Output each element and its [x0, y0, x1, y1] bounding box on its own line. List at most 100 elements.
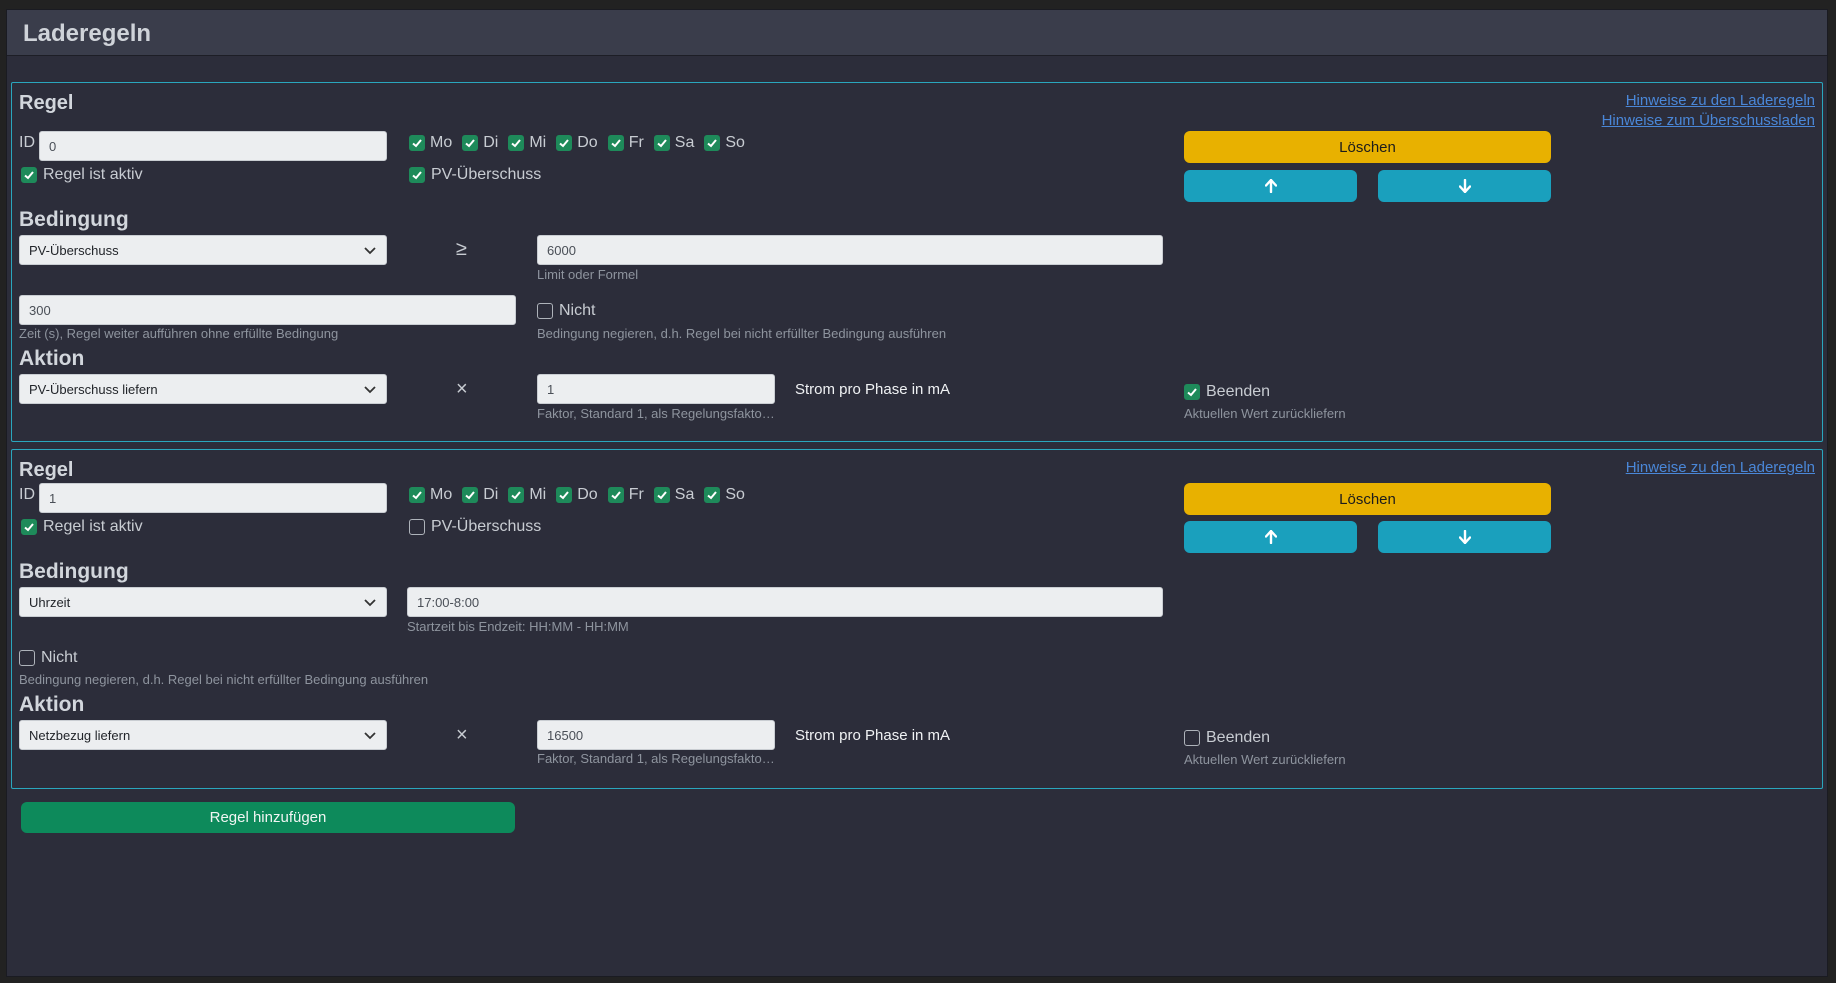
action-heading: Aktion: [19, 693, 85, 716]
pv-surplus-checkbox[interactable]: PV-Überschuss: [409, 518, 541, 536]
condition-select[interactable]: Uhrzeit: [19, 587, 387, 617]
day-label: Fr: [628, 134, 644, 151]
day-checkbox-mo[interactable]: Mo: [409, 134, 452, 152]
condition-select-value: Uhrzeit: [29, 594, 71, 610]
weekday-checkboxes: Mo Di Mi Do Fr Sa So: [409, 134, 745, 152]
end-label: Beenden: [1206, 729, 1271, 746]
day-checkbox-so[interactable]: So: [704, 134, 745, 152]
pv-surplus-label: PV-Überschuss: [431, 518, 542, 535]
condition-select[interactable]: PV-Überschuss: [19, 235, 387, 265]
action-heading: Aktion: [19, 347, 85, 370]
time-input[interactable]: [19, 295, 516, 325]
move-down-button[interactable]: [1378, 521, 1551, 553]
day-label: Do: [577, 486, 598, 503]
end-checkbox[interactable]: Beenden: [1184, 383, 1270, 401]
rules-panel: Laderegeln Regel Hinweise zu den Ladereg…: [6, 9, 1828, 977]
factor-hint: Faktor, Standard 1, als Regelungsfaktor,…: [537, 751, 777, 766]
negate-checkbox[interactable]: Nicht: [19, 649, 77, 667]
day-label: Mi: [529, 134, 547, 151]
checkbox-checked-icon: [21, 519, 37, 535]
condition-heading: Bedingung: [19, 208, 129, 231]
checkbox-unchecked-icon: [1184, 730, 1200, 746]
move-down-button[interactable]: [1378, 170, 1551, 202]
link-charging-rules-hints[interactable]: Hinweise zu den Laderegeln: [1626, 459, 1815, 476]
day-label: Do: [577, 134, 598, 151]
day-checkbox-mi[interactable]: Mi: [508, 486, 546, 504]
negate-hint: Bedingung negieren, d.h. Regel bei nicht…: [19, 672, 429, 687]
arrow-down-icon: [1458, 530, 1471, 544]
end-hint: Aktuellen Wert zurückliefern: [1184, 406, 1346, 421]
day-checkbox-do[interactable]: Do: [556, 486, 598, 504]
greater-equal-symbol: ≥: [456, 238, 467, 260]
time-range-input[interactable]: [407, 587, 1163, 617]
move-up-button[interactable]: [1184, 170, 1357, 202]
end-label: Beenden: [1206, 383, 1271, 400]
checkbox-checked-icon: [508, 135, 525, 151]
day-label: Mo: [430, 134, 453, 151]
pv-surplus-checkbox[interactable]: PV-Überschuss: [409, 166, 541, 184]
checkbox-checked-icon: [1184, 384, 1200, 400]
id-input[interactable]: [39, 131, 387, 161]
move-up-button[interactable]: [1184, 521, 1357, 553]
delete-button[interactable]: Löschen: [1184, 131, 1551, 163]
page-title: Laderegeln: [23, 20, 152, 47]
checkbox-checked-icon: [409, 135, 425, 151]
day-checkbox-mo[interactable]: Mo: [409, 486, 452, 504]
link-surplus-charging-hints[interactable]: Hinweise zum Überschussladen: [1602, 112, 1815, 129]
limit-hint: Limit oder Formel: [537, 267, 639, 282]
checkbox-unchecked-icon: [409, 519, 425, 535]
day-checkbox-do[interactable]: Do: [556, 134, 598, 152]
rule-active-checkbox[interactable]: Regel ist aktiv: [21, 518, 143, 536]
checkbox-unchecked-icon: [19, 650, 35, 666]
checkbox-unchecked-icon: [537, 303, 553, 319]
multiply-symbol: ×: [456, 378, 468, 400]
chevron-down-icon: [364, 386, 376, 394]
day-checkbox-sa[interactable]: Sa: [653, 134, 694, 152]
negate-label: Nicht: [559, 302, 596, 319]
day-checkbox-fr[interactable]: Fr: [607, 486, 644, 504]
day-checkbox-sa[interactable]: Sa: [653, 486, 694, 504]
day-label: Di: [483, 486, 499, 503]
day-label: So: [725, 486, 745, 503]
limit-input[interactable]: [537, 235, 1163, 265]
day-checkbox-fr[interactable]: Fr: [607, 134, 644, 152]
id-label: ID: [19, 486, 35, 503]
add-rule-button[interactable]: Regel hinzufügen: [21, 802, 515, 833]
weekday-checkboxes: Mo Di Mi Do Fr Sa So: [409, 486, 745, 504]
checkbox-checked-icon: [556, 487, 573, 503]
action-select-value: Netzbezug liefern: [29, 727, 131, 743]
arrow-up-icon: [1264, 179, 1277, 193]
action-select[interactable]: Netzbezug liefern: [19, 720, 387, 750]
checkbox-checked-icon: [556, 135, 573, 151]
factor-input[interactable]: [537, 374, 775, 404]
multiply-symbol: ×: [456, 724, 468, 746]
checkbox-checked-icon: [607, 135, 624, 151]
end-checkbox[interactable]: Beenden: [1184, 729, 1270, 747]
day-label: Fr: [628, 486, 644, 503]
negate-hint: Bedingung negieren, d.h. Regel bei nicht…: [537, 326, 947, 341]
unit-label: Strom pro Phase in mA: [795, 381, 951, 398]
rule-active-checkbox[interactable]: Regel ist aktiv: [21, 166, 143, 184]
panel-header: Laderegeln: [7, 10, 1827, 56]
negate-checkbox[interactable]: Nicht: [537, 302, 595, 320]
time-range-hint: Startzeit bis Endzeit: HH:MM - HH:MM: [407, 619, 629, 634]
link-charging-rules-hints[interactable]: Hinweise zu den Laderegeln: [1626, 92, 1815, 109]
rule-heading: Regel: [19, 459, 74, 481]
day-checkbox-so[interactable]: So: [704, 486, 745, 504]
day-label: Mi: [529, 486, 547, 503]
id-input[interactable]: [39, 483, 387, 513]
id-label: ID: [19, 134, 35, 151]
factor-input[interactable]: [537, 720, 775, 750]
day-checkbox-mi[interactable]: Mi: [508, 134, 546, 152]
negate-label: Nicht: [41, 649, 78, 666]
action-select[interactable]: PV-Überschuss liefern: [19, 374, 387, 404]
checkbox-checked-icon: [704, 487, 721, 503]
delete-button[interactable]: Löschen: [1184, 483, 1551, 515]
checkbox-checked-icon: [462, 135, 479, 151]
day-checkbox-di[interactable]: Di: [462, 134, 498, 152]
checkbox-checked-icon: [653, 135, 670, 151]
day-checkbox-di[interactable]: Di: [462, 486, 498, 504]
day-label: Di: [483, 134, 499, 151]
factor-hint: Faktor, Standard 1, als Regelungsfaktor,…: [537, 406, 777, 421]
checkbox-checked-icon: [21, 167, 37, 183]
